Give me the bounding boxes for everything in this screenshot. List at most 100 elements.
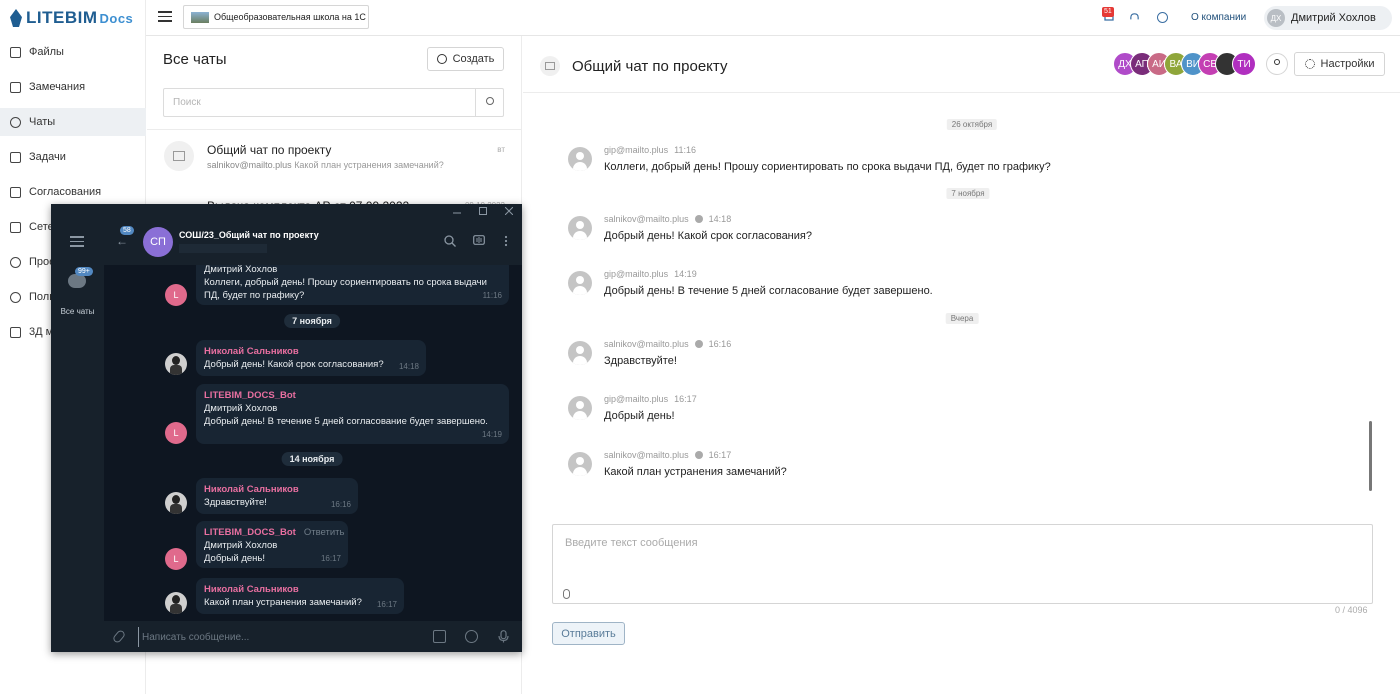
message-text: Какой план устранения замечаний? bbox=[604, 466, 787, 478]
message: gip@mailto.plus 16:17 Добрый день! bbox=[568, 394, 1328, 438]
message-input[interactable] bbox=[553, 525, 1372, 585]
user-photo-avatar[interactable] bbox=[165, 353, 187, 375]
sidebar-item-tasks[interactable]: Задачи bbox=[0, 143, 146, 171]
sidebar-item-remarks[interactable]: Замечания bbox=[0, 73, 146, 101]
gear-icon bbox=[10, 256, 21, 268]
chat-avatar bbox=[164, 141, 194, 171]
reply-label[interactable]: Ответить bbox=[304, 527, 345, 538]
voice-chat-icon[interactable] bbox=[473, 235, 485, 247]
minimize-icon[interactable] bbox=[453, 207, 461, 215]
sidebar-item-label: Чаты bbox=[29, 116, 56, 128]
menu-icon[interactable] bbox=[70, 236, 84, 250]
sidebar-item-approvals[interactable]: Согласования bbox=[0, 178, 146, 206]
bot-avatar[interactable]: L bbox=[165, 284, 187, 306]
user-photo-avatar[interactable] bbox=[165, 592, 187, 614]
emoji-icon[interactable] bbox=[465, 630, 478, 643]
telegram-window: 99+ Все чаты ← 58 СП СОШ/23_Общий чат по… bbox=[51, 204, 522, 652]
sidebar-item-chats[interactable]: Чаты bbox=[0, 108, 146, 136]
user-photo-avatar[interactable] bbox=[165, 492, 187, 514]
message-text: Добрый день! В течение 5 дней согласован… bbox=[604, 285, 933, 297]
search-box bbox=[163, 88, 504, 117]
close-icon[interactable] bbox=[505, 207, 513, 215]
message-composer bbox=[552, 524, 1373, 604]
plus-icon bbox=[436, 54, 447, 64]
create-chat-label: Создать bbox=[452, 53, 495, 65]
project-tab[interactable]: Общеобразовательная школа на 1С bbox=[183, 5, 369, 29]
back-arrow-icon[interactable]: ← bbox=[116, 235, 128, 247]
avatar bbox=[568, 341, 592, 365]
message-sender: salnikov@mailto.plus bbox=[604, 450, 689, 460]
info-icon[interactable] bbox=[1157, 12, 1168, 23]
chat-subtitle-redacted bbox=[179, 244, 267, 253]
message-time: 14:19 bbox=[481, 430, 502, 439]
settings-button[interactable]: Настройки bbox=[1294, 52, 1385, 76]
chat-list-item[interactable]: Общий чат по проекту salnikov@mailto.plu… bbox=[147, 130, 522, 186]
message-line: Здравствуйте! bbox=[204, 497, 267, 508]
send-button[interactable]: Отправить bbox=[552, 622, 625, 645]
top-bar: Общеобразовательная школа на 1С 51 О ком… bbox=[146, 0, 1400, 36]
avatar: ДХ bbox=[1267, 9, 1285, 27]
message-bubble[interactable]: Николай Сальников Добрый день! Какой сро… bbox=[196, 340, 426, 376]
message-time: 16:17 bbox=[708, 450, 732, 460]
message-bubble[interactable]: LITEBIM_DOCS_Bot Ответить Дмитрий Хохлов … bbox=[196, 521, 348, 568]
message-sender: gip@mailto.plus bbox=[604, 145, 669, 155]
sidebar-item-files[interactable]: Файлы bbox=[0, 38, 146, 66]
date-separator: 14 ноября bbox=[281, 452, 343, 466]
chat-last-sender: salnikov@mailto.plus bbox=[207, 160, 292, 170]
chat-header: Общий чат по проекту ДХ АП АИ ВА ВИ СБ Т… bbox=[523, 36, 1400, 93]
message-time: 11:16 bbox=[674, 145, 697, 155]
chat-avatar[interactable]: СП bbox=[143, 227, 173, 257]
message-bubble[interactable]: Николай Сальников Какой план устранения … bbox=[196, 578, 404, 614]
search-input[interactable] bbox=[164, 89, 476, 116]
maximize-icon[interactable] bbox=[479, 207, 487, 215]
about-company-link[interactable]: О компании bbox=[1191, 12, 1246, 23]
chat-last-message: salnikov@mailto.plus Какой план устранен… bbox=[207, 160, 444, 170]
date-separator: Вчера bbox=[945, 313, 979, 324]
user-name: Дмитрий Хохлов bbox=[1291, 12, 1376, 24]
headset-icon[interactable] bbox=[1129, 12, 1140, 23]
chat-title: Общий чат по проекту bbox=[572, 58, 728, 75]
more-vertical-icon[interactable] bbox=[500, 235, 512, 247]
chats-folder-icon bbox=[68, 274, 86, 288]
user-menu[interactable]: ДХ Дмитрий Хохлов bbox=[1264, 6, 1392, 30]
message: salnikov@mailto.plus 14:18 Добрый день! К… bbox=[568, 214, 1328, 258]
chat-avatar bbox=[540, 56, 560, 76]
logo[interactable]: LITEBIM Docs bbox=[10, 8, 133, 28]
members-button[interactable] bbox=[1266, 53, 1288, 75]
message-line: Какой план устранения замечаний? bbox=[204, 597, 362, 608]
sidebar-item-label: Задачи bbox=[29, 151, 66, 163]
message-bubble[interactable]: Николай Сальников Здравствуйте! 16:16 bbox=[196, 478, 358, 514]
collapse-menu-icon[interactable] bbox=[158, 11, 172, 23]
message-time: 16:17 bbox=[376, 600, 397, 609]
telegram-sidebar: 99+ Все чаты bbox=[51, 220, 104, 652]
chat-list-title: Все чаты bbox=[163, 51, 227, 68]
message-sender: gip@mailto.plus bbox=[604, 394, 669, 404]
search-button[interactable] bbox=[475, 89, 503, 116]
file-icon bbox=[10, 46, 21, 58]
bot-avatar[interactable]: L bbox=[165, 548, 187, 570]
message-bubble[interactable]: LITEBIM_DOCS_Bot Дмитрий Хохлов Добрый д… bbox=[196, 384, 509, 444]
bot-commands-icon[interactable] bbox=[433, 630, 446, 643]
microphone-icon[interactable] bbox=[497, 630, 510, 643]
create-chat-button[interactable]: Создать bbox=[427, 47, 504, 71]
paperclip-icon[interactable] bbox=[111, 628, 127, 645]
unread-badge: 58 bbox=[120, 226, 134, 235]
avatar bbox=[568, 396, 592, 420]
message-author: Николай Сальников bbox=[204, 484, 299, 495]
search-icon[interactable] bbox=[444, 235, 456, 247]
message-bubble[interactable]: Дмитрий Хохлов Коллеги, добрый день! Про… bbox=[196, 265, 509, 305]
avatar bbox=[568, 147, 592, 171]
message-time: 11:16 bbox=[482, 291, 502, 300]
message-input[interactable] bbox=[138, 627, 418, 647]
message-author: Николай Сальников bbox=[204, 584, 299, 595]
member-avatar[interactable]: ТИ bbox=[1232, 52, 1256, 76]
chat-title[interactable]: СОШ/23_Общий чат по проекту bbox=[179, 230, 319, 240]
date-separator: 7 ноября bbox=[284, 314, 340, 328]
message-time: 14:18 bbox=[708, 214, 732, 224]
scrollbar[interactable] bbox=[1369, 421, 1372, 491]
bot-avatar[interactable]: L bbox=[165, 422, 187, 444]
network-icon bbox=[10, 221, 21, 233]
paperclip-icon[interactable] bbox=[563, 589, 570, 599]
telegram-icon bbox=[694, 215, 703, 223]
message-time: 16:16 bbox=[330, 500, 351, 509]
